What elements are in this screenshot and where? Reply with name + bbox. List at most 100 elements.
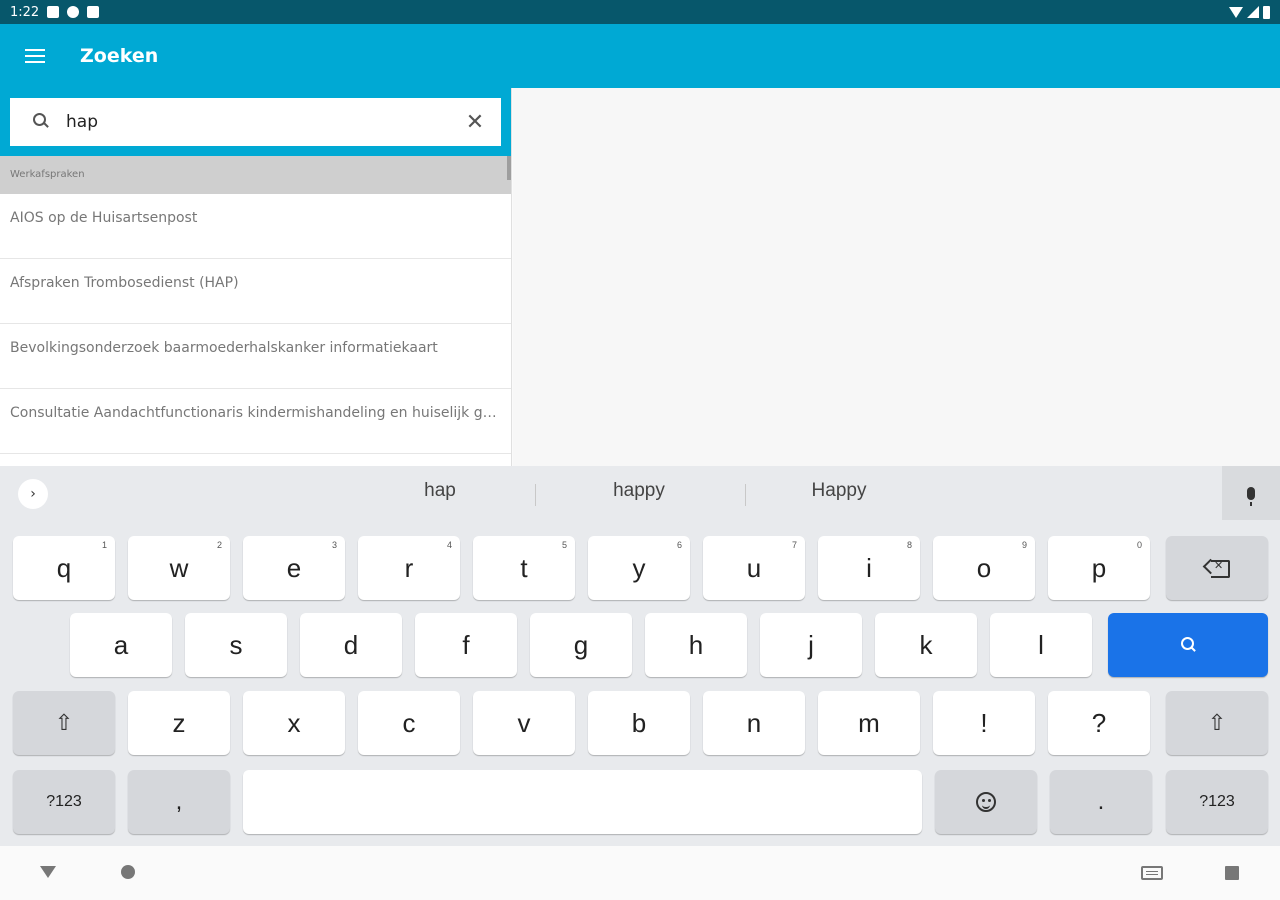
key-g[interactable]: g (530, 613, 632, 677)
key-h[interactable]: h (645, 613, 747, 677)
key-o[interactable]: o9 (933, 536, 1035, 600)
key-label: e (286, 552, 302, 583)
key-i[interactable]: i8 (818, 536, 920, 600)
space-key[interactable] (243, 770, 922, 834)
key-t[interactable]: t5 (473, 536, 575, 600)
menu-icon (25, 49, 45, 63)
list-item[interactable]: Consultatie Aandachtfunctionaris kinderm… (0, 389, 511, 454)
key-period[interactable]: . (1050, 770, 1152, 834)
list-item[interactable]: Afspraken Trombosedienst (HAP) (0, 259, 511, 324)
signal-icon (1247, 6, 1259, 18)
status-bar: 1:22 (0, 0, 1280, 24)
key-v[interactable]: v (473, 691, 575, 755)
suggestion-divider (535, 484, 536, 506)
notification-icon (47, 6, 60, 18)
key-n[interactable]: n (703, 691, 805, 755)
section-header: Werkafspraken (0, 156, 511, 194)
suggestion-word[interactable]: happy (539, 480, 739, 502)
key-m[interactable]: m (818, 691, 920, 755)
battery-icon (1263, 5, 1270, 19)
key-label: i (866, 552, 872, 583)
shift-key-right[interactable]: ⇧ (1166, 691, 1268, 755)
key-hint: 4 (446, 540, 452, 550)
key-label: r (404, 552, 414, 583)
key-label: w (169, 552, 189, 583)
navigation-bar (0, 846, 1280, 900)
search-icon (1178, 635, 1198, 655)
backspace-key[interactable] (1166, 536, 1268, 600)
key-e[interactable]: e3 (243, 536, 345, 600)
key-comma[interactable]: , (128, 770, 230, 834)
symbols-key-right[interactable]: ?123 (1166, 770, 1268, 834)
search-input[interactable] (66, 112, 463, 132)
scrollbar[interactable] (507, 156, 511, 180)
key-q[interactable]: q1 (13, 536, 115, 600)
backspace-icon (1202, 558, 1230, 578)
key-d[interactable]: d (300, 613, 402, 677)
shift-icon: ⇧ (1207, 710, 1227, 735)
keyboard-switch-icon[interactable] (1141, 866, 1163, 880)
app-notification-icon (67, 6, 80, 18)
key-w[interactable]: w2 (128, 536, 230, 600)
key-hint: 7 (791, 540, 797, 550)
key-l[interactable]: l (990, 613, 1092, 677)
wifi-icon (1229, 6, 1243, 18)
list-item[interactable]: Bevolkingsonderzoek baarmoederhalskanker… (0, 324, 511, 389)
key-f[interactable]: f (415, 613, 517, 677)
symbols-key-left[interactable]: ?123 (13, 770, 115, 834)
key-hint: 5 (561, 540, 567, 550)
key-s[interactable]: s (185, 613, 287, 677)
shift-icon: ⇧ (54, 710, 74, 735)
menu-button[interactable] (0, 24, 72, 88)
list-item[interactable]: AIOS op de Huisartsenpost (0, 194, 511, 259)
search-icon (28, 109, 54, 135)
suggestion-word[interactable]: Happy (739, 480, 939, 502)
key-k[interactable]: k (875, 613, 977, 677)
key-label: o (976, 552, 992, 583)
search-bar: ✕ (0, 88, 511, 156)
key-label: q (56, 552, 72, 583)
key-label: y (632, 552, 646, 583)
key-x[interactable]: x (243, 691, 345, 755)
key-label: p (1091, 552, 1107, 583)
page-title: Zoeken (80, 45, 159, 67)
key-j[interactable]: j (760, 613, 862, 677)
app-bar: Zoeken (0, 24, 1280, 88)
results-panel: ✕ Werkafspraken AIOS op de Huisartsenpos… (0, 88, 512, 466)
emoji-icon (976, 792, 996, 812)
emoji-key[interactable] (935, 770, 1037, 834)
suggestion-strip: › hap happy Happy (0, 466, 1280, 522)
key-c[interactable]: c (358, 691, 460, 755)
search-box: ✕ (10, 98, 501, 146)
expand-suggestions-button[interactable]: › (18, 479, 48, 509)
key-exclamation[interactable]: ! (933, 691, 1035, 755)
recents-icon[interactable] (1225, 866, 1239, 880)
key-hint: 2 (216, 540, 222, 550)
mic-button[interactable] (1222, 466, 1280, 520)
on-screen-keyboard: › hap happy Happy q1 w2 e3 r4 t5 y6 u7 i… (0, 466, 1280, 846)
key-y[interactable]: y6 (588, 536, 690, 600)
back-icon[interactable] (40, 866, 56, 878)
key-hint: 6 (676, 540, 682, 550)
key-a[interactable]: a (70, 613, 172, 677)
suggestion-word[interactable]: hap (340, 480, 540, 502)
status-time: 1:22 (10, 4, 40, 20)
sd-card-icon (87, 6, 100, 18)
close-icon[interactable]: ✕ (463, 110, 487, 135)
home-icon[interactable] (121, 865, 135, 879)
detail-panel (513, 88, 1280, 466)
key-hint: 9 (1021, 540, 1027, 550)
key-u[interactable]: u7 (703, 536, 805, 600)
search-key[interactable] (1108, 613, 1268, 677)
key-hint: 8 (906, 540, 912, 550)
chevron-right-icon: › (30, 486, 36, 502)
key-label: u (746, 552, 762, 583)
key-z[interactable]: z (128, 691, 230, 755)
shift-key-left[interactable]: ⇧ (13, 691, 115, 755)
key-hint: 0 (1136, 540, 1142, 550)
key-b[interactable]: b (588, 691, 690, 755)
key-p[interactable]: p0 (1048, 536, 1150, 600)
key-r[interactable]: r4 (358, 536, 460, 600)
key-question[interactable]: ? (1048, 691, 1150, 755)
key-hint: 3 (331, 540, 337, 550)
